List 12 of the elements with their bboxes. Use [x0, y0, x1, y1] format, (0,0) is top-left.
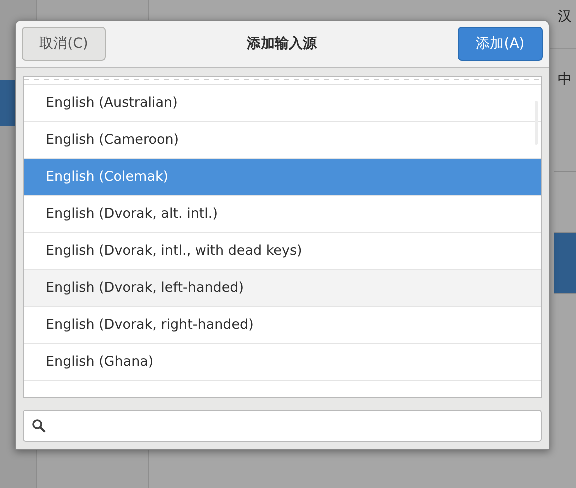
list-row	[554, 233, 576, 294]
list-item[interactable]: English (Dvorak, left-handed)	[24, 270, 541, 307]
language-value: 汉	[558, 8, 572, 27]
search-field[interactable]	[23, 410, 542, 442]
add-button[interactable]: 添加(A)	[458, 27, 543, 61]
dialog-title: 添加输入源	[247, 35, 317, 53]
search-icon	[32, 419, 46, 433]
cancel-button[interactable]: 取消(C)	[22, 27, 106, 61]
list-item[interactable]: English (Dvorak, alt. intl.)	[24, 196, 541, 233]
list-item[interactable]: English (Dvorak, right-handed)	[24, 307, 541, 344]
format-value: 中	[558, 71, 572, 90]
list-item[interactable]: English (Ghana)	[24, 344, 541, 381]
